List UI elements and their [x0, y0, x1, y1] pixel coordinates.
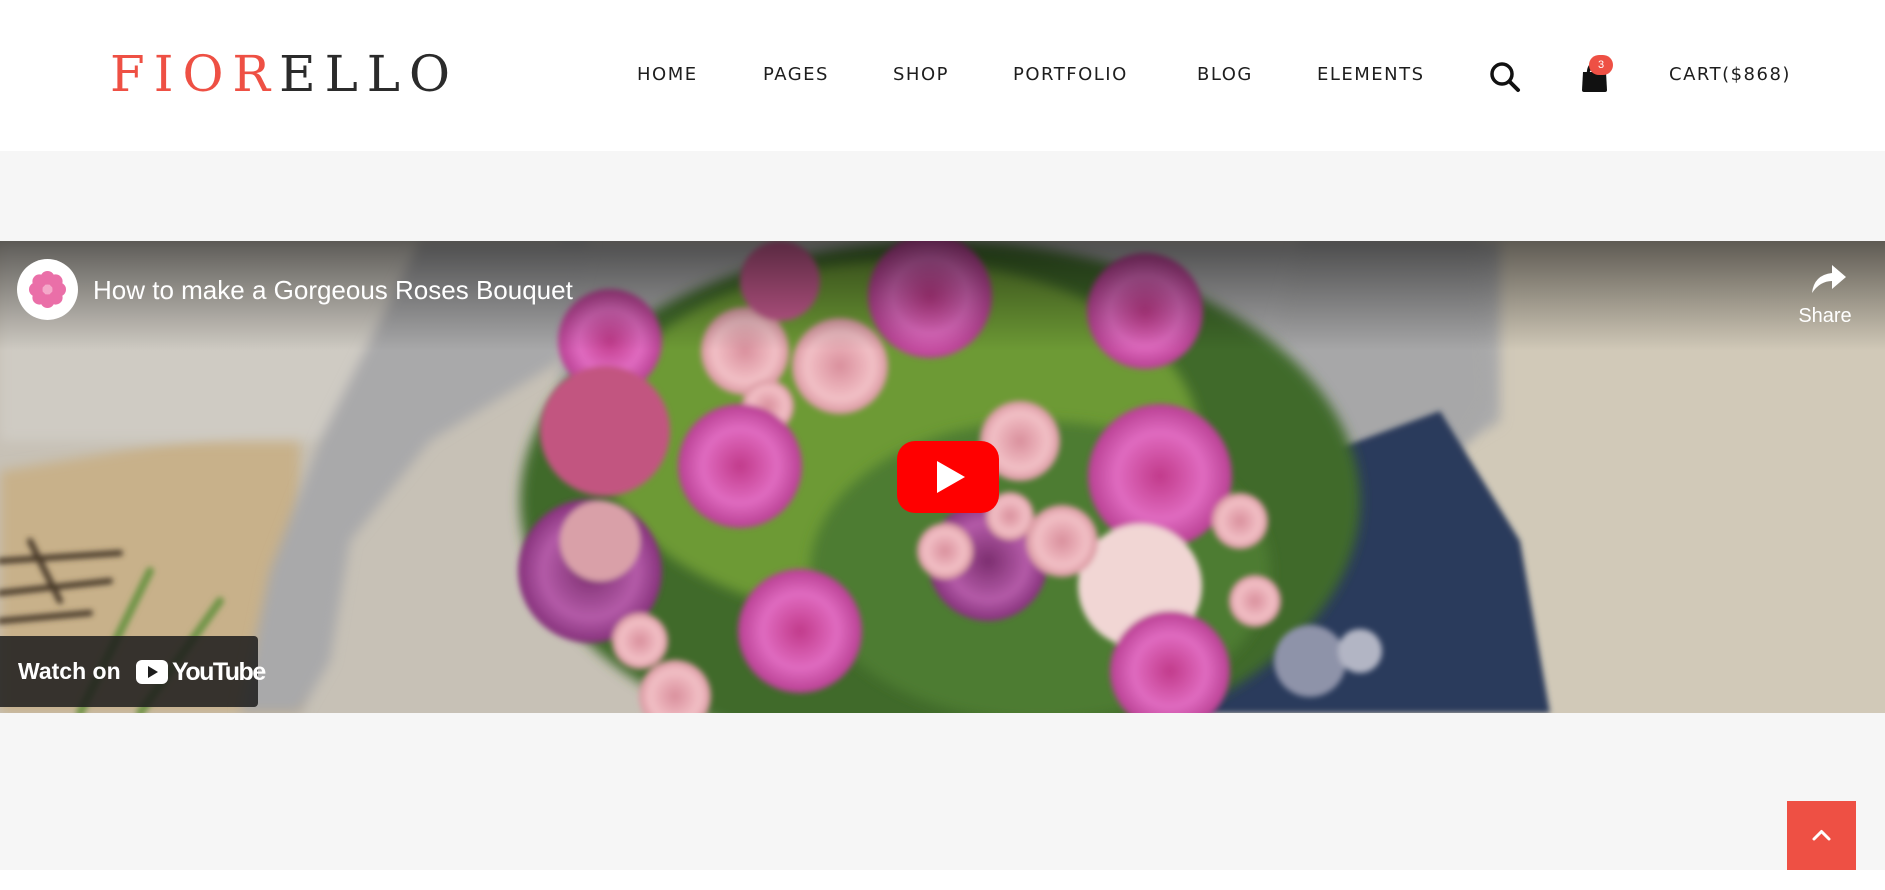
chevron-up-icon: [1812, 830, 1831, 841]
play-icon: [897, 441, 999, 513]
site-header: FIORELLO HOME PAGES SHOP PORTFOLIO BLOG …: [0, 0, 1885, 151]
nav-item-home[interactable]: HOME: [637, 60, 698, 90]
watch-on-label: Watch on: [18, 658, 121, 684]
youtube-logo: YouTube: [136, 658, 266, 686]
nav-item-shop[interactable]: SHOP: [893, 60, 949, 90]
cart-total-link[interactable]: CART($868): [1669, 60, 1791, 90]
cart-count-badge: 3: [1589, 55, 1613, 75]
nav-item-portfolio[interactable]: PORTFOLIO: [1013, 60, 1128, 90]
play-button[interactable]: [897, 441, 999, 513]
nav-item-blog[interactable]: BLOG: [1197, 60, 1253, 90]
nav-item-pages[interactable]: PAGES: [763, 60, 829, 90]
search-button[interactable]: [1488, 60, 1522, 94]
watch-on-youtube-button[interactable]: Watch on YouTube: [0, 636, 266, 707]
share-arrow-icon: [1812, 265, 1846, 293]
share-button[interactable]: Share: [1792, 259, 1858, 335]
back-to-top-button[interactable]: [1787, 801, 1856, 870]
youtube-wordmark: YouTube: [172, 658, 266, 686]
channel-avatar[interactable]: [17, 259, 78, 320]
search-icon: [1490, 62, 1520, 92]
share-label: Share: [1798, 305, 1852, 327]
video-player[interactable]: How to make a Gorgeous Roses Bouquet Sha…: [0, 241, 1885, 713]
video-title[interactable]: How to make a Gorgeous Roses Bouquet: [93, 275, 573, 305]
flower-icon: [29, 271, 66, 308]
youtube-play-icon: [136, 660, 168, 684]
nav-item-elements[interactable]: ELEMENTS: [1317, 60, 1425, 90]
